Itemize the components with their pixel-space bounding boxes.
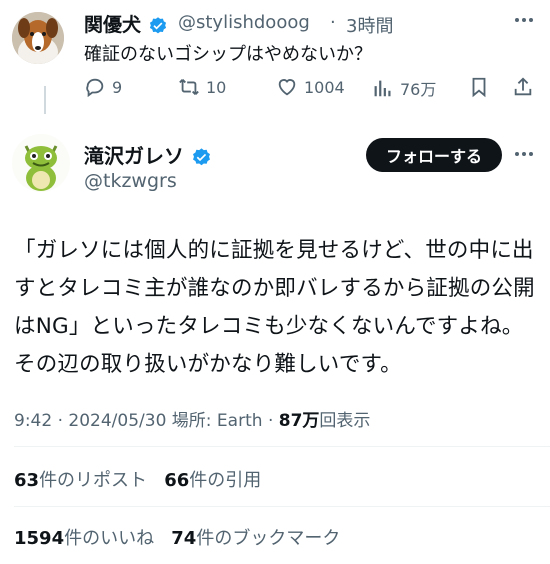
separator-dot: · [330,12,336,33]
like-bookmark-stats: 1594件のいいね 74件のブックマーク [14,524,340,550]
more-options-icon[interactable] [512,142,536,172]
bookmark-button[interactable] [468,76,496,98]
views-chart-icon [374,80,391,97]
reply-action-bar: 9 10 1004 76万 [84,76,540,102]
reply-author-name[interactable]: 関優犬 [84,10,168,37]
author-name[interactable]: 滝沢ガレソ [84,140,212,169]
share-icon [514,77,532,96]
reposts-label: 件のリポスト [39,470,148,491]
bookmarks-link[interactable]: 74件のブックマーク [171,528,340,549]
likes-link[interactable]: 1594件のいいね [14,528,154,549]
bookmarks-label: 件のブックマーク [196,528,341,549]
divider [14,446,550,447]
separator-dot: · [57,411,69,431]
likes-count: 1594 [14,528,65,549]
views-count: 76万 [400,80,437,99]
like-button[interactable]: 1004 [276,76,345,98]
quotes-link[interactable]: 66件の引用 [164,470,261,491]
views-label: 回表示 [319,411,371,431]
tweet-text: 「ガレソには個人的に証拠を見せるけど、世の中に出すとタレコミ主が誰なのか即バレす… [14,238,535,377]
reply-author-handle[interactable]: @stylishdooog [178,12,310,33]
thread-line [44,86,46,114]
heart-icon [278,79,296,96]
views-button[interactable]: 76万 [372,76,436,100]
divider [14,506,550,507]
tweet-time[interactable]: 9:42 [14,411,52,431]
avatar[interactable] [12,12,64,64]
author-name-text[interactable]: 関優犬 [84,14,141,36]
follow-button[interactable]: フォローする [366,138,502,172]
views-total: 87万 [278,411,320,431]
avatar[interactable] [12,134,70,192]
tweet-date[interactable]: 2024/05/30 [68,411,166,431]
repost-count: 10 [206,77,227,97]
reply-count: 9 [112,77,123,97]
likes-label: 件のいいね [64,528,155,549]
quotes-label: 件の引用 [189,470,262,491]
reply-tweet-text: 確証のないゴシップはやめないか？ [84,44,372,65]
reply-icon [86,78,104,98]
more-options-icon[interactable] [512,8,536,38]
share-button[interactable] [512,76,540,98]
author-name-text[interactable]: 滝沢ガレソ [84,144,184,168]
reply-timestamp[interactable]: 3時間 [346,12,393,38]
reposts-count: 63 [14,470,40,491]
repost-quote-stats: 63件のリポスト 66件の引用 [14,466,261,492]
repost-icon [179,79,199,95]
tweet-meta: 9:42 · 2024/05/30 場所: Earth · 87万回表示 [14,406,370,431]
separator-dot: · [267,411,279,431]
bookmark-icon [472,77,486,98]
verified-badge-icon [149,16,166,33]
reply-button[interactable]: 9 [84,76,122,98]
bookmarks-count: 74 [171,528,197,549]
reposts-link[interactable]: 63件のリポスト [14,470,147,491]
tweet-location: 場所: Earth [172,411,263,431]
location-text: 場所: Earth [171,411,263,431]
quotes-count: 66 [164,470,190,491]
author-handle[interactable]: @tkzwgrs [84,170,177,192]
repost-button[interactable]: 10 [178,76,226,98]
like-count: 1004 [304,77,345,97]
verified-badge-icon [192,148,210,166]
